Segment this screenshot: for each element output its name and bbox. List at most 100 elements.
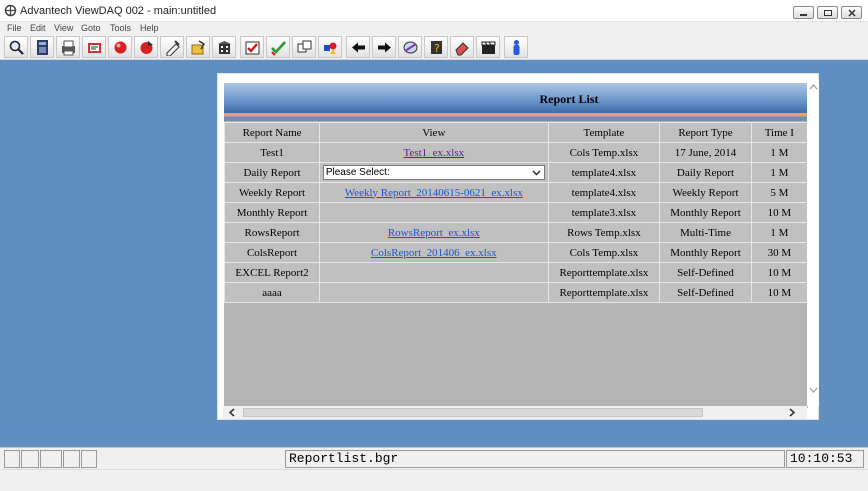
report-title: Report List bbox=[539, 92, 599, 106]
maximize-button[interactable] bbox=[817, 6, 838, 19]
column-header: Report Name bbox=[224, 122, 321, 143]
back-button[interactable] bbox=[346, 36, 370, 58]
template-cell: template4.xlsx bbox=[547, 182, 661, 203]
close-button[interactable] bbox=[841, 6, 862, 19]
view-link[interactable]: ColsReport_201406_ex.xlsx bbox=[371, 247, 497, 259]
vertical-scrollbar[interactable] bbox=[807, 80, 819, 406]
view-cell bbox=[319, 282, 549, 303]
scroll-up-icon[interactable] bbox=[809, 83, 818, 90]
title-bar: Advantech ViewDAQ 002 - main:untitled bbox=[0, 0, 868, 22]
search-button[interactable] bbox=[4, 36, 28, 58]
red-check-icon bbox=[245, 41, 260, 55]
chevron-down-icon bbox=[532, 170, 541, 176]
template-cell: Cols Temp.xlsx bbox=[547, 242, 661, 263]
menu-help[interactable]: Help bbox=[140, 23, 159, 33]
menu-view[interactable]: View bbox=[54, 23, 73, 33]
report-name-cell: RowsReport bbox=[224, 222, 321, 243]
scroll-thumb[interactable] bbox=[243, 408, 703, 417]
report-table: Report Name View Template Report Type Ti… bbox=[224, 122, 808, 303]
red-check-button[interactable] bbox=[240, 36, 264, 58]
green-check-icon bbox=[271, 41, 286, 56]
status-clock: 10:10:53 bbox=[786, 450, 864, 468]
person-icon bbox=[513, 40, 520, 55]
clapper-button[interactable] bbox=[476, 36, 500, 58]
status-cell bbox=[4, 450, 20, 468]
scroll-down-icon[interactable] bbox=[809, 387, 818, 394]
table-header-row: Report Name View Template Report Type Ti… bbox=[224, 122, 808, 143]
table-row: ColsReport ColsReport_201406_ex.xlsx Col… bbox=[224, 242, 808, 263]
status-filename: Reportlist.bgr bbox=[285, 450, 785, 468]
folder-tag-icon bbox=[191, 40, 206, 55]
report-type-cell: Daily Report bbox=[659, 162, 752, 183]
menu-tools[interactable]: Tools bbox=[110, 23, 131, 33]
report-type-cell: Self-Defined bbox=[659, 282, 752, 303]
scroll-left-icon[interactable] bbox=[228, 408, 236, 417]
minimize-icon bbox=[800, 14, 807, 16]
edit-tag-button[interactable] bbox=[160, 36, 184, 58]
windows-icon bbox=[297, 40, 312, 53]
report-name-cell: Test1 bbox=[224, 142, 321, 163]
green-check-button[interactable] bbox=[266, 36, 290, 58]
help-book-button[interactable]: ? bbox=[424, 36, 448, 58]
report-button[interactable] bbox=[82, 36, 106, 58]
horizontal-scrollbar[interactable] bbox=[223, 406, 807, 419]
red-ball-button[interactable] bbox=[108, 36, 132, 58]
status-cell bbox=[81, 450, 97, 468]
print-button[interactable] bbox=[56, 36, 80, 58]
menu-edit[interactable]: Edit bbox=[30, 23, 46, 33]
restore-icon bbox=[824, 10, 832, 16]
globe-button[interactable] bbox=[398, 36, 422, 58]
printer-icon bbox=[62, 40, 75, 56]
time-cell: 30 M bbox=[750, 242, 808, 263]
status-cell bbox=[21, 450, 39, 468]
left-arrow-icon bbox=[352, 42, 365, 53]
window-title: Advantech ViewDAQ 002 - main:untitled bbox=[20, 5, 217, 17]
menu-bar: File Edit View Goto Tools Help bbox=[0, 22, 868, 35]
menu-file[interactable]: File bbox=[7, 23, 22, 33]
menu-goto[interactable]: Goto bbox=[81, 23, 101, 33]
view-link[interactable]: Weekly Report_20140615-0621_ex.xlsx bbox=[345, 187, 523, 199]
view-cell: RowsReport_ex.xlsx bbox=[319, 222, 549, 243]
svg-text:?: ? bbox=[434, 42, 440, 55]
report-panel: Report List Report Name View Template Re… bbox=[217, 73, 819, 420]
template-cell: Reporttemplate.xlsx bbox=[547, 282, 661, 303]
help-book-icon: ? bbox=[431, 41, 442, 55]
red-ball-arrow-icon bbox=[140, 41, 153, 54]
right-arrow-icon bbox=[378, 42, 391, 53]
building-button[interactable] bbox=[212, 36, 236, 58]
calculator-button[interactable] bbox=[30, 36, 54, 58]
view-select[interactable]: Please Select: bbox=[322, 165, 545, 180]
scroll-right-icon[interactable] bbox=[788, 408, 796, 417]
report-type-cell: 17 June, 2014 bbox=[659, 142, 752, 163]
view-cell: ColsReport_201406_ex.xlsx bbox=[319, 242, 549, 263]
status-bar: Reportlist.bgr 10:10:53 bbox=[0, 447, 868, 469]
forward-button[interactable] bbox=[372, 36, 396, 58]
report-type-cell: Monthly Report bbox=[659, 202, 752, 223]
folder-tag-button[interactable] bbox=[186, 36, 210, 58]
eraser-button[interactable] bbox=[450, 36, 474, 58]
template-cell: template3.xlsx bbox=[547, 202, 661, 223]
view-link[interactable]: RowsReport_ex.xlsx bbox=[388, 227, 480, 239]
globe-icon bbox=[403, 41, 418, 54]
time-cell: 1 M bbox=[750, 142, 808, 163]
calculator-icon bbox=[37, 40, 48, 55]
table-row: Daily Report Please Select: template4.xl… bbox=[224, 162, 808, 183]
minimize-button[interactable] bbox=[793, 6, 814, 19]
time-cell: 1 M bbox=[750, 162, 808, 183]
table-row: Test1 Test1_ex.xlsx Cols Temp.xlsx 17 Ju… bbox=[224, 142, 808, 163]
red-ball-arrow-button[interactable] bbox=[134, 36, 158, 58]
report-name-cell: ColsReport bbox=[224, 242, 321, 263]
windows-button[interactable] bbox=[292, 36, 316, 58]
status-cell bbox=[40, 450, 62, 468]
table-row: EXCEL Report2 Reporttemplate.xlsx Self-D… bbox=[224, 262, 808, 283]
view-link[interactable]: Test1_ex.xlsx bbox=[403, 147, 464, 159]
person-button[interactable] bbox=[504, 36, 528, 58]
report-name-cell: Monthly Report bbox=[224, 202, 321, 223]
colored-shapes-button[interactable] bbox=[318, 36, 342, 58]
eraser-icon bbox=[455, 42, 469, 56]
toolbar: ? bbox=[0, 35, 868, 60]
report-name-cell: EXCEL Report2 bbox=[224, 262, 321, 283]
colored-shapes-icon bbox=[324, 42, 337, 54]
time-cell: 10 M bbox=[750, 282, 808, 303]
view-select-value: Please Select: bbox=[325, 167, 390, 178]
